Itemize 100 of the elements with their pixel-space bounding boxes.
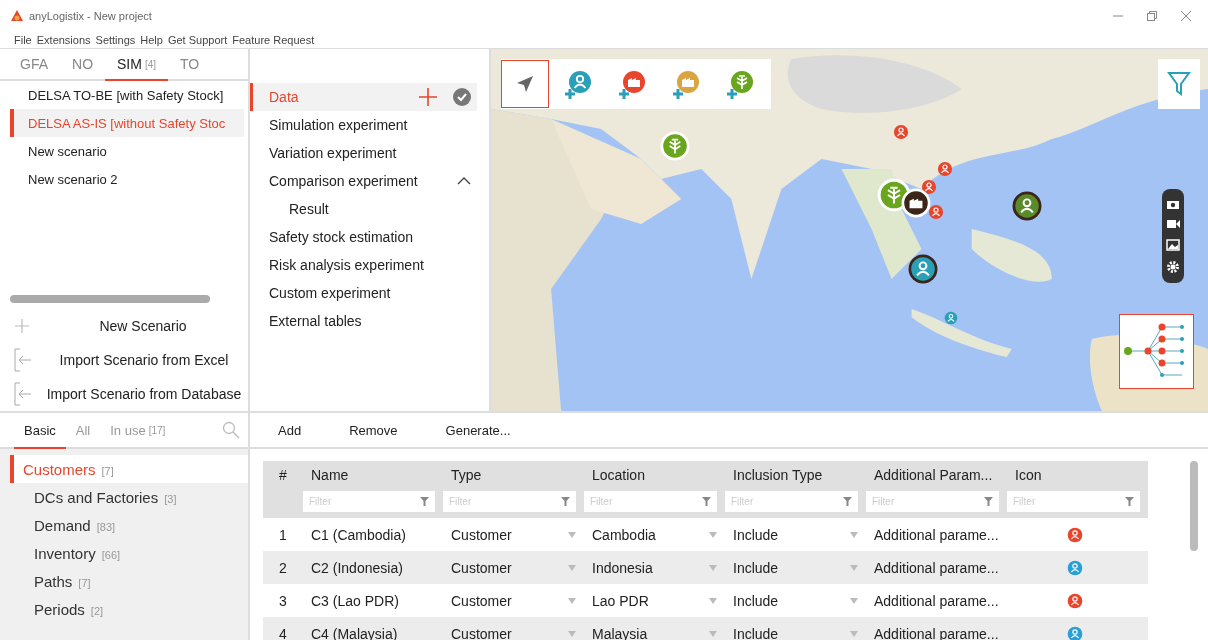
experiment-item[interactable]: Risk analysis experiment bbox=[250, 251, 489, 279]
menu-item[interactable]: Extensions bbox=[36, 34, 91, 46]
action-link[interactable]: Import Scenario from Excel bbox=[40, 352, 248, 368]
scenario-tab[interactable]: NO bbox=[60, 49, 105, 81]
dropdown-icon[interactable] bbox=[709, 531, 717, 538]
person-marker-icon bbox=[1067, 625, 1083, 640]
table-cell: 3 bbox=[279, 592, 287, 609]
experiment-label: Result bbox=[289, 201, 329, 217]
column-header[interactable]: Inclusion Type bbox=[725, 461, 866, 489]
table-cell: Additional parame... bbox=[874, 526, 999, 543]
dropdown-icon[interactable] bbox=[850, 564, 858, 571]
experiment-label: Comparison experiment bbox=[269, 173, 418, 189]
action-link[interactable]: Import Scenario from Database bbox=[40, 386, 248, 402]
person-marker-icon[interactable] bbox=[920, 178, 938, 196]
table-cell[interactable]: Include bbox=[733, 526, 779, 543]
import-icon[interactable] bbox=[14, 382, 32, 406]
dropdown-icon[interactable] bbox=[709, 564, 717, 571]
person-marker-icon[interactable] bbox=[927, 203, 945, 221]
dropdown-icon[interactable] bbox=[568, 597, 576, 604]
experiment-item[interactable]: Safety stock estimation bbox=[250, 223, 489, 251]
plus-icon[interactable] bbox=[419, 88, 437, 106]
column-header[interactable]: Additional Param... bbox=[866, 461, 1007, 489]
network-minimap[interactable] bbox=[1119, 314, 1194, 389]
dropdown-icon[interactable] bbox=[850, 597, 858, 604]
person-marker-icon[interactable] bbox=[943, 310, 959, 326]
map-tool-button[interactable] bbox=[501, 60, 549, 108]
table-list-item[interactable]: Paths [7] bbox=[10, 567, 248, 595]
table-list-item[interactable]: DCs and Factories [3] bbox=[10, 483, 248, 511]
menu-item[interactable]: Get Support bbox=[167, 34, 228, 46]
dropdown-icon[interactable] bbox=[709, 630, 717, 637]
table-cell[interactable]: Include bbox=[733, 592, 779, 609]
menu-item[interactable]: Settings bbox=[95, 34, 136, 46]
search-icon[interactable] bbox=[222, 421, 240, 439]
menu-item[interactable]: Help bbox=[140, 34, 163, 46]
person-marker-icon[interactable] bbox=[1012, 191, 1042, 221]
column-header[interactable]: Type bbox=[443, 461, 584, 489]
experiment-item[interactable]: Comparison experiment bbox=[250, 167, 489, 195]
chevron-icon[interactable] bbox=[457, 176, 471, 186]
table-cell[interactable]: Cambodia bbox=[592, 526, 656, 543]
toolbar-button[interactable]: Remove bbox=[349, 422, 398, 438]
table-cell: C1 (Cambodia) bbox=[311, 526, 406, 543]
experiment-label: Custom experiment bbox=[269, 285, 391, 301]
scenario-item[interactable]: DELSA AS-IS [without Safety Stoc bbox=[10, 109, 244, 137]
scrollbar[interactable] bbox=[10, 295, 210, 303]
experiment-item[interactable]: Result bbox=[250, 195, 489, 223]
table-cell: Additional parame... bbox=[874, 559, 999, 576]
scenario-item[interactable]: New scenario 2 bbox=[10, 165, 244, 193]
factory-marker-icon[interactable] bbox=[901, 188, 931, 218]
filter-button[interactable] bbox=[1158, 59, 1200, 109]
column-header[interactable]: Location bbox=[584, 461, 725, 489]
scenario-tab[interactable]: GFA bbox=[8, 49, 60, 81]
dropdown-icon[interactable] bbox=[709, 597, 717, 604]
video-icon[interactable] bbox=[1166, 219, 1180, 230]
table-list-item[interactable]: Demand [83] bbox=[10, 511, 248, 539]
experiment-label: Variation experiment bbox=[269, 145, 397, 161]
table-cell: 1 bbox=[279, 526, 287, 543]
close-icon[interactable] bbox=[1180, 10, 1192, 22]
person-marker-icon[interactable] bbox=[892, 123, 910, 141]
table-list-item[interactable]: Inventory [66] bbox=[10, 539, 248, 567]
dropdown-icon[interactable] bbox=[850, 630, 858, 637]
check-circle-icon[interactable] bbox=[453, 88, 471, 106]
action-link[interactable]: New Scenario bbox=[38, 318, 248, 334]
scenario-item[interactable]: DELSA TO-BE [with Safety Stock] bbox=[10, 81, 244, 109]
table-cell[interactable]: Customer bbox=[451, 592, 512, 609]
restore-icon[interactable] bbox=[1146, 10, 1158, 22]
tree-marker-icon[interactable] bbox=[660, 131, 690, 161]
table-list-item[interactable]: Customers [7] bbox=[10, 455, 248, 483]
table-cell: C3 (Lao PDR) bbox=[311, 592, 399, 609]
experiment-item[interactable]: Variation experiment bbox=[250, 139, 489, 167]
person-marker-icon[interactable] bbox=[908, 254, 938, 284]
scrollbar[interactable] bbox=[1190, 461, 1198, 551]
experiment-item[interactable]: Custom experiment bbox=[250, 279, 489, 307]
experiment-item[interactable]: External tables bbox=[250, 307, 489, 335]
import-icon[interactable] bbox=[14, 348, 32, 372]
person-marker-icon bbox=[1067, 526, 1083, 543]
experiment-item[interactable]: Data bbox=[250, 83, 477, 111]
funnel-icon bbox=[420, 497, 429, 506]
toolbar-button[interactable]: Add bbox=[278, 422, 302, 438]
person-marker-icon[interactable] bbox=[936, 160, 954, 178]
experiment-item[interactable]: Simulation experiment bbox=[250, 111, 489, 139]
image-icon[interactable] bbox=[1166, 238, 1180, 251]
settings-icon[interactable] bbox=[1166, 260, 1180, 275]
dropdown-icon[interactable] bbox=[850, 531, 858, 538]
menu-item[interactable]: File bbox=[14, 34, 32, 46]
menu-item[interactable]: Feature Request bbox=[232, 34, 315, 46]
table-cell[interactable]: Include bbox=[733, 559, 779, 576]
column-header[interactable]: Name bbox=[303, 461, 443, 489]
scenario-item[interactable]: New scenario bbox=[10, 137, 244, 165]
scenario-tab[interactable]: TO bbox=[168, 49, 212, 81]
experiment-label: Data bbox=[269, 89, 299, 105]
column-header[interactable]: Icon bbox=[1007, 461, 1148, 489]
dropdown-icon[interactable] bbox=[568, 531, 576, 538]
toolbar-button[interactable]: Generate... bbox=[445, 422, 511, 438]
table-list-item[interactable]: Periods [2] bbox=[10, 595, 248, 623]
scenario-tab[interactable]: SIM [4] bbox=[105, 49, 169, 81]
dropdown-icon[interactable] bbox=[568, 630, 576, 637]
table-cell[interactable]: Customer bbox=[451, 526, 512, 543]
dropdown-icon[interactable] bbox=[568, 564, 576, 571]
table-cell[interactable]: Lao PDR bbox=[592, 592, 649, 609]
column-header[interactable]: # bbox=[263, 461, 303, 489]
